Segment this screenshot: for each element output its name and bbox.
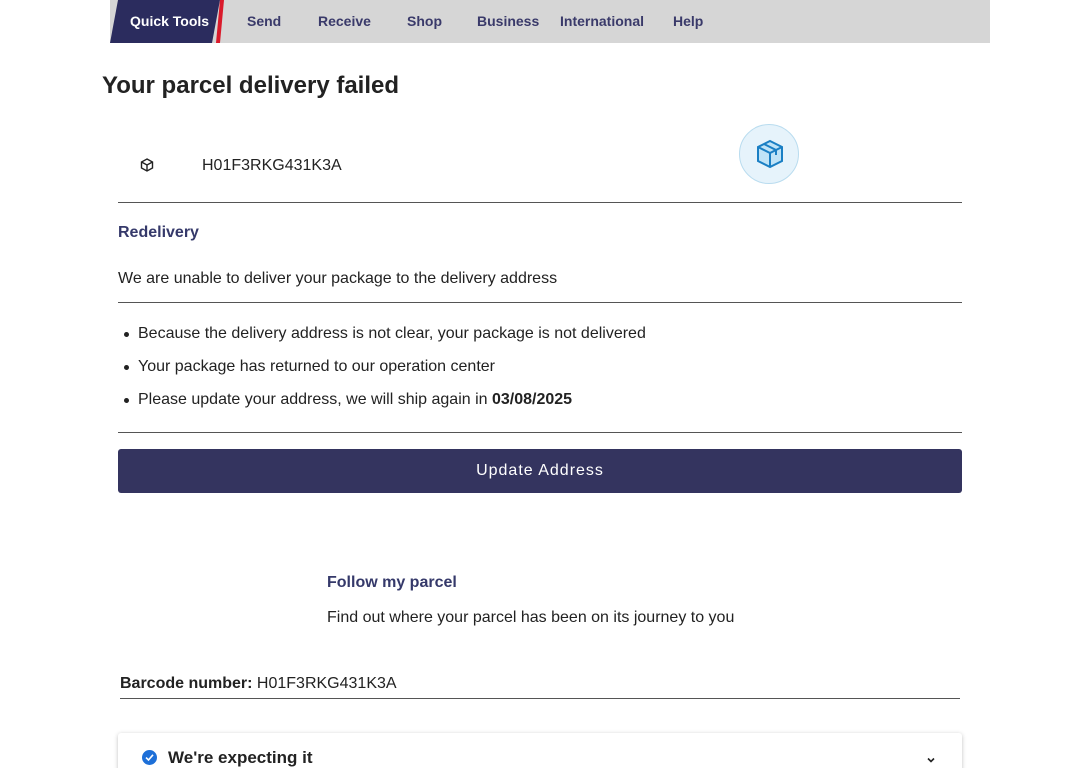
nav-item-send[interactable]: Send: [247, 0, 281, 43]
list-item-text: Your package has returned to our operati…: [138, 358, 495, 375]
nav-item-international[interactable]: International: [560, 0, 644, 43]
status-accordion[interactable]: We're expecting it: [118, 733, 962, 768]
status-accordion-label: We're expecting it: [168, 748, 313, 767]
follow-parcel-description: Find out where your parcel has been on i…: [327, 609, 735, 626]
tracking-code: H01F3RKG431K3A: [202, 157, 342, 174]
package-icon: [140, 158, 154, 172]
barcode-value: H01F3RKG431K3A: [256, 675, 397, 692]
barcode-field: Barcode number: H01F3RKG431K3A: [120, 675, 960, 699]
list-item: Your package has returned to our operati…: [124, 357, 646, 390]
nav-item-receive[interactable]: Receive: [318, 0, 371, 43]
list-item: Please update your address, we will ship…: [124, 390, 646, 423]
check-circle-icon: [142, 750, 157, 765]
redelivery-reasons: Because the delivery address is not clea…: [124, 324, 646, 423]
divider: [118, 302, 962, 303]
redelivery-heading: Redelivery: [118, 224, 199, 241]
follow-parcel-title: Follow my parcel: [327, 574, 457, 591]
nav-item-label: Quick Tools: [130, 13, 210, 29]
list-item-text: Please update your address, we will ship…: [138, 391, 488, 408]
ship-date: 03/08/2025: [492, 391, 573, 408]
barcode-label: Barcode number:: [120, 675, 253, 692]
page-title: Your parcel delivery failed: [102, 72, 400, 99]
list-item: Because the delivery address is not clea…: [124, 324, 646, 357]
chevron-down-icon: [926, 752, 936, 763]
main-nav: Quick Tools Send Receive Shop Business I…: [110, 0, 990, 43]
nav-item-help[interactable]: Help: [673, 0, 703, 43]
nav-item-shop[interactable]: Shop: [407, 0, 442, 43]
tracking-row: H01F3RKG431K3A: [118, 110, 962, 203]
divider: [118, 432, 962, 433]
nav-item-quick-tools[interactable]: Quick Tools: [110, 0, 220, 43]
update-address-button[interactable]: Update Address: [118, 449, 962, 493]
redelivery-description: We are unable to deliver your package to…: [118, 270, 558, 287]
list-item-text: Because the delivery address is not clea…: [138, 325, 646, 342]
parcel-box-icon: [739, 124, 799, 184]
nav-item-business[interactable]: Business: [477, 0, 539, 43]
